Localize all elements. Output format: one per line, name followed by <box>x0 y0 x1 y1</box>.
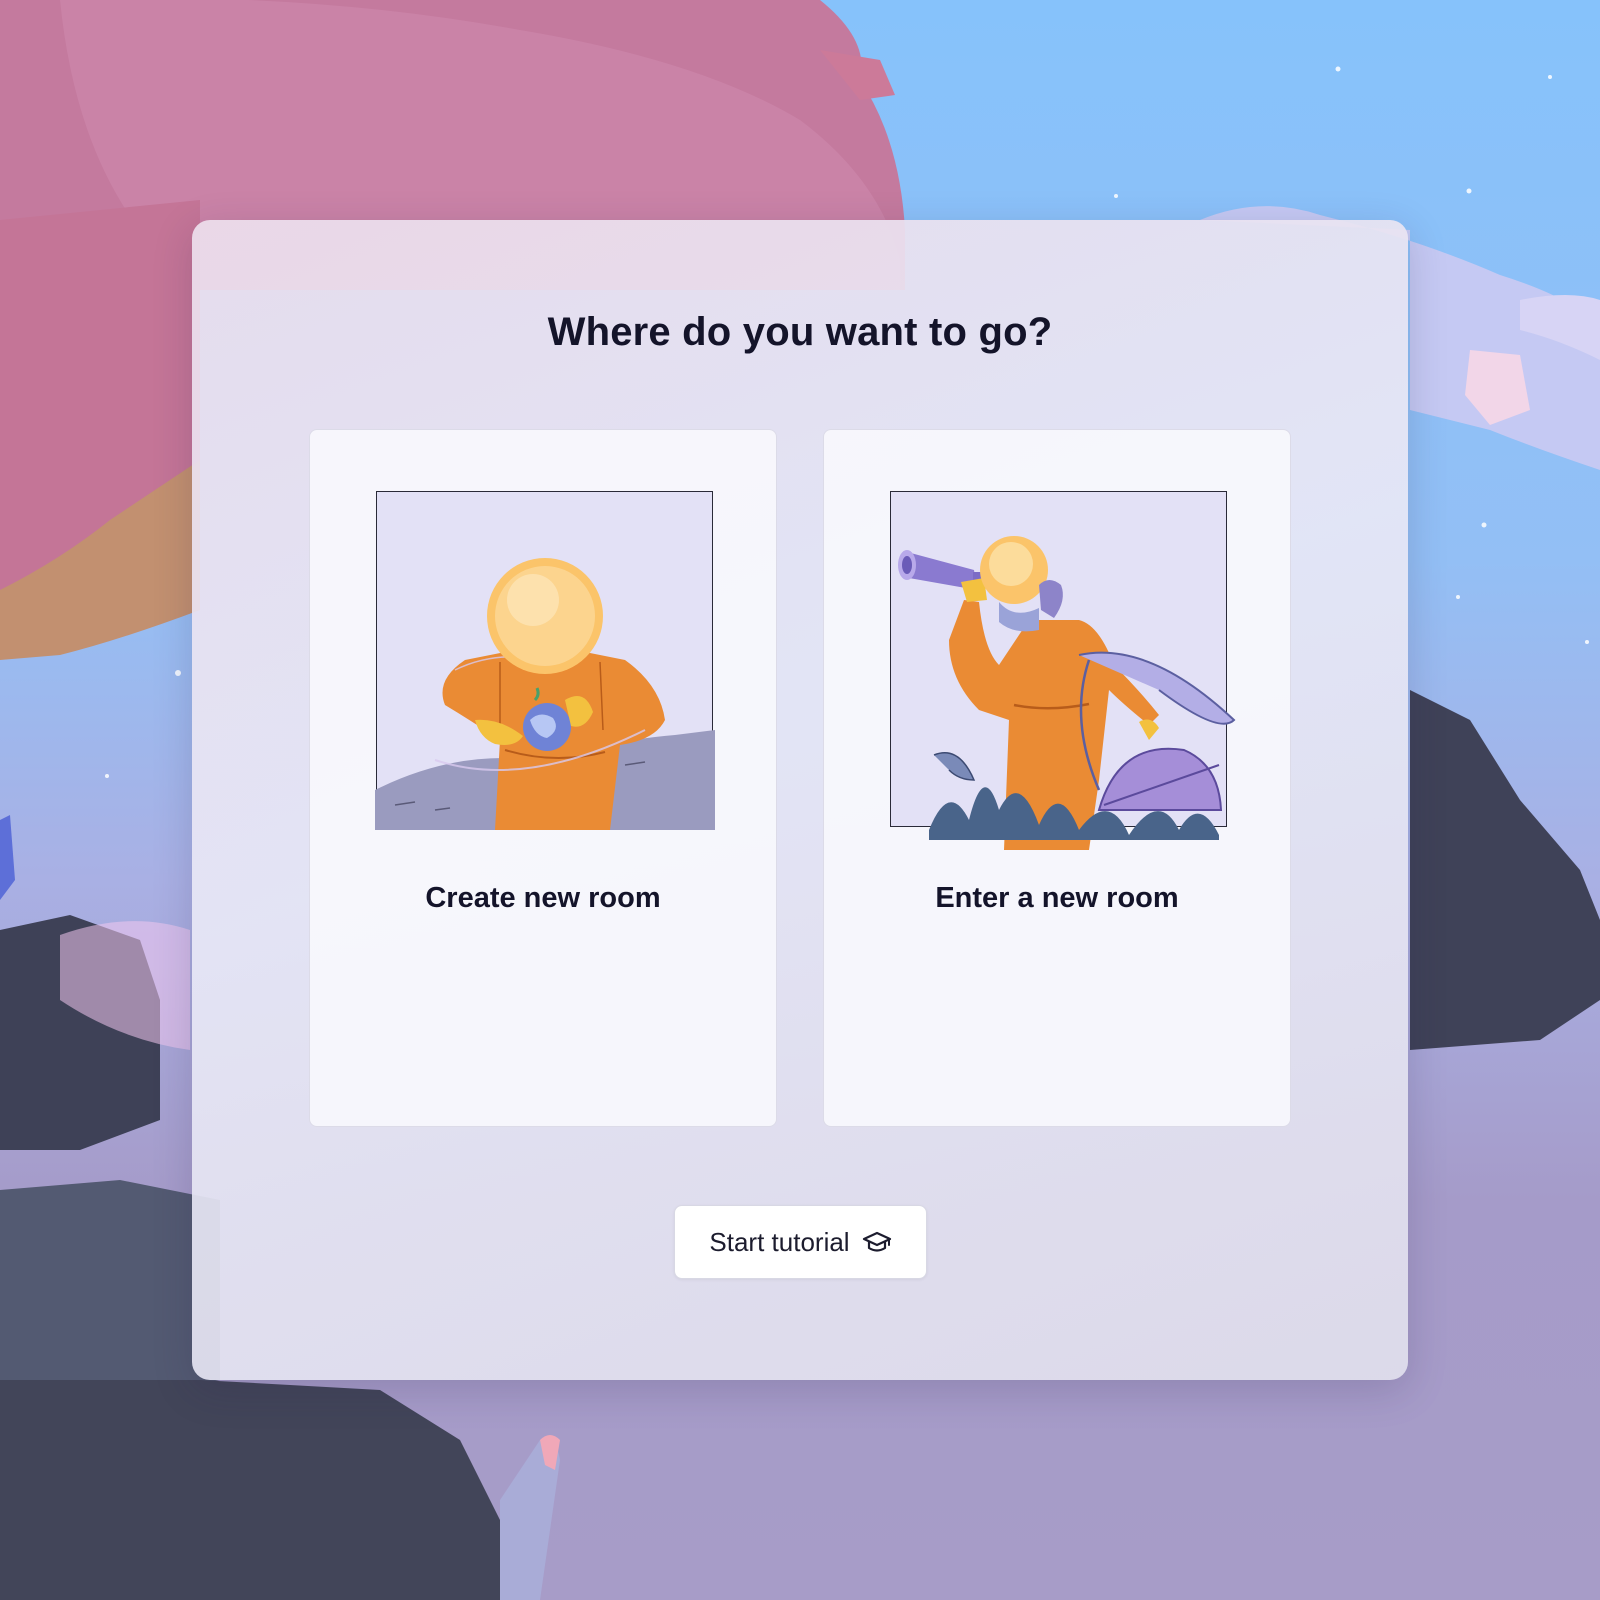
start-tutorial-label: Start tutorial <box>709 1226 850 1257</box>
graduation-cap-icon <box>862 1231 891 1252</box>
enter-room-label: Enter a new room <box>935 882 1179 914</box>
start-tutorial-button[interactable]: Start tutorial <box>674 1205 927 1279</box>
astronaut-planet-image <box>375 558 715 830</box>
astronaut-telescope-image <box>898 536 1236 850</box>
enter-room-card[interactable]: Enter a new room <box>823 429 1291 1127</box>
astronaut-planet-illustration <box>375 491 715 830</box>
page-title: Where do you want to go? <box>547 310 1053 354</box>
create-room-card[interactable]: Create new room <box>309 429 777 1127</box>
create-room-label: Create new room <box>425 882 661 914</box>
astronaut-telescope-illustration <box>890 491 1236 850</box>
